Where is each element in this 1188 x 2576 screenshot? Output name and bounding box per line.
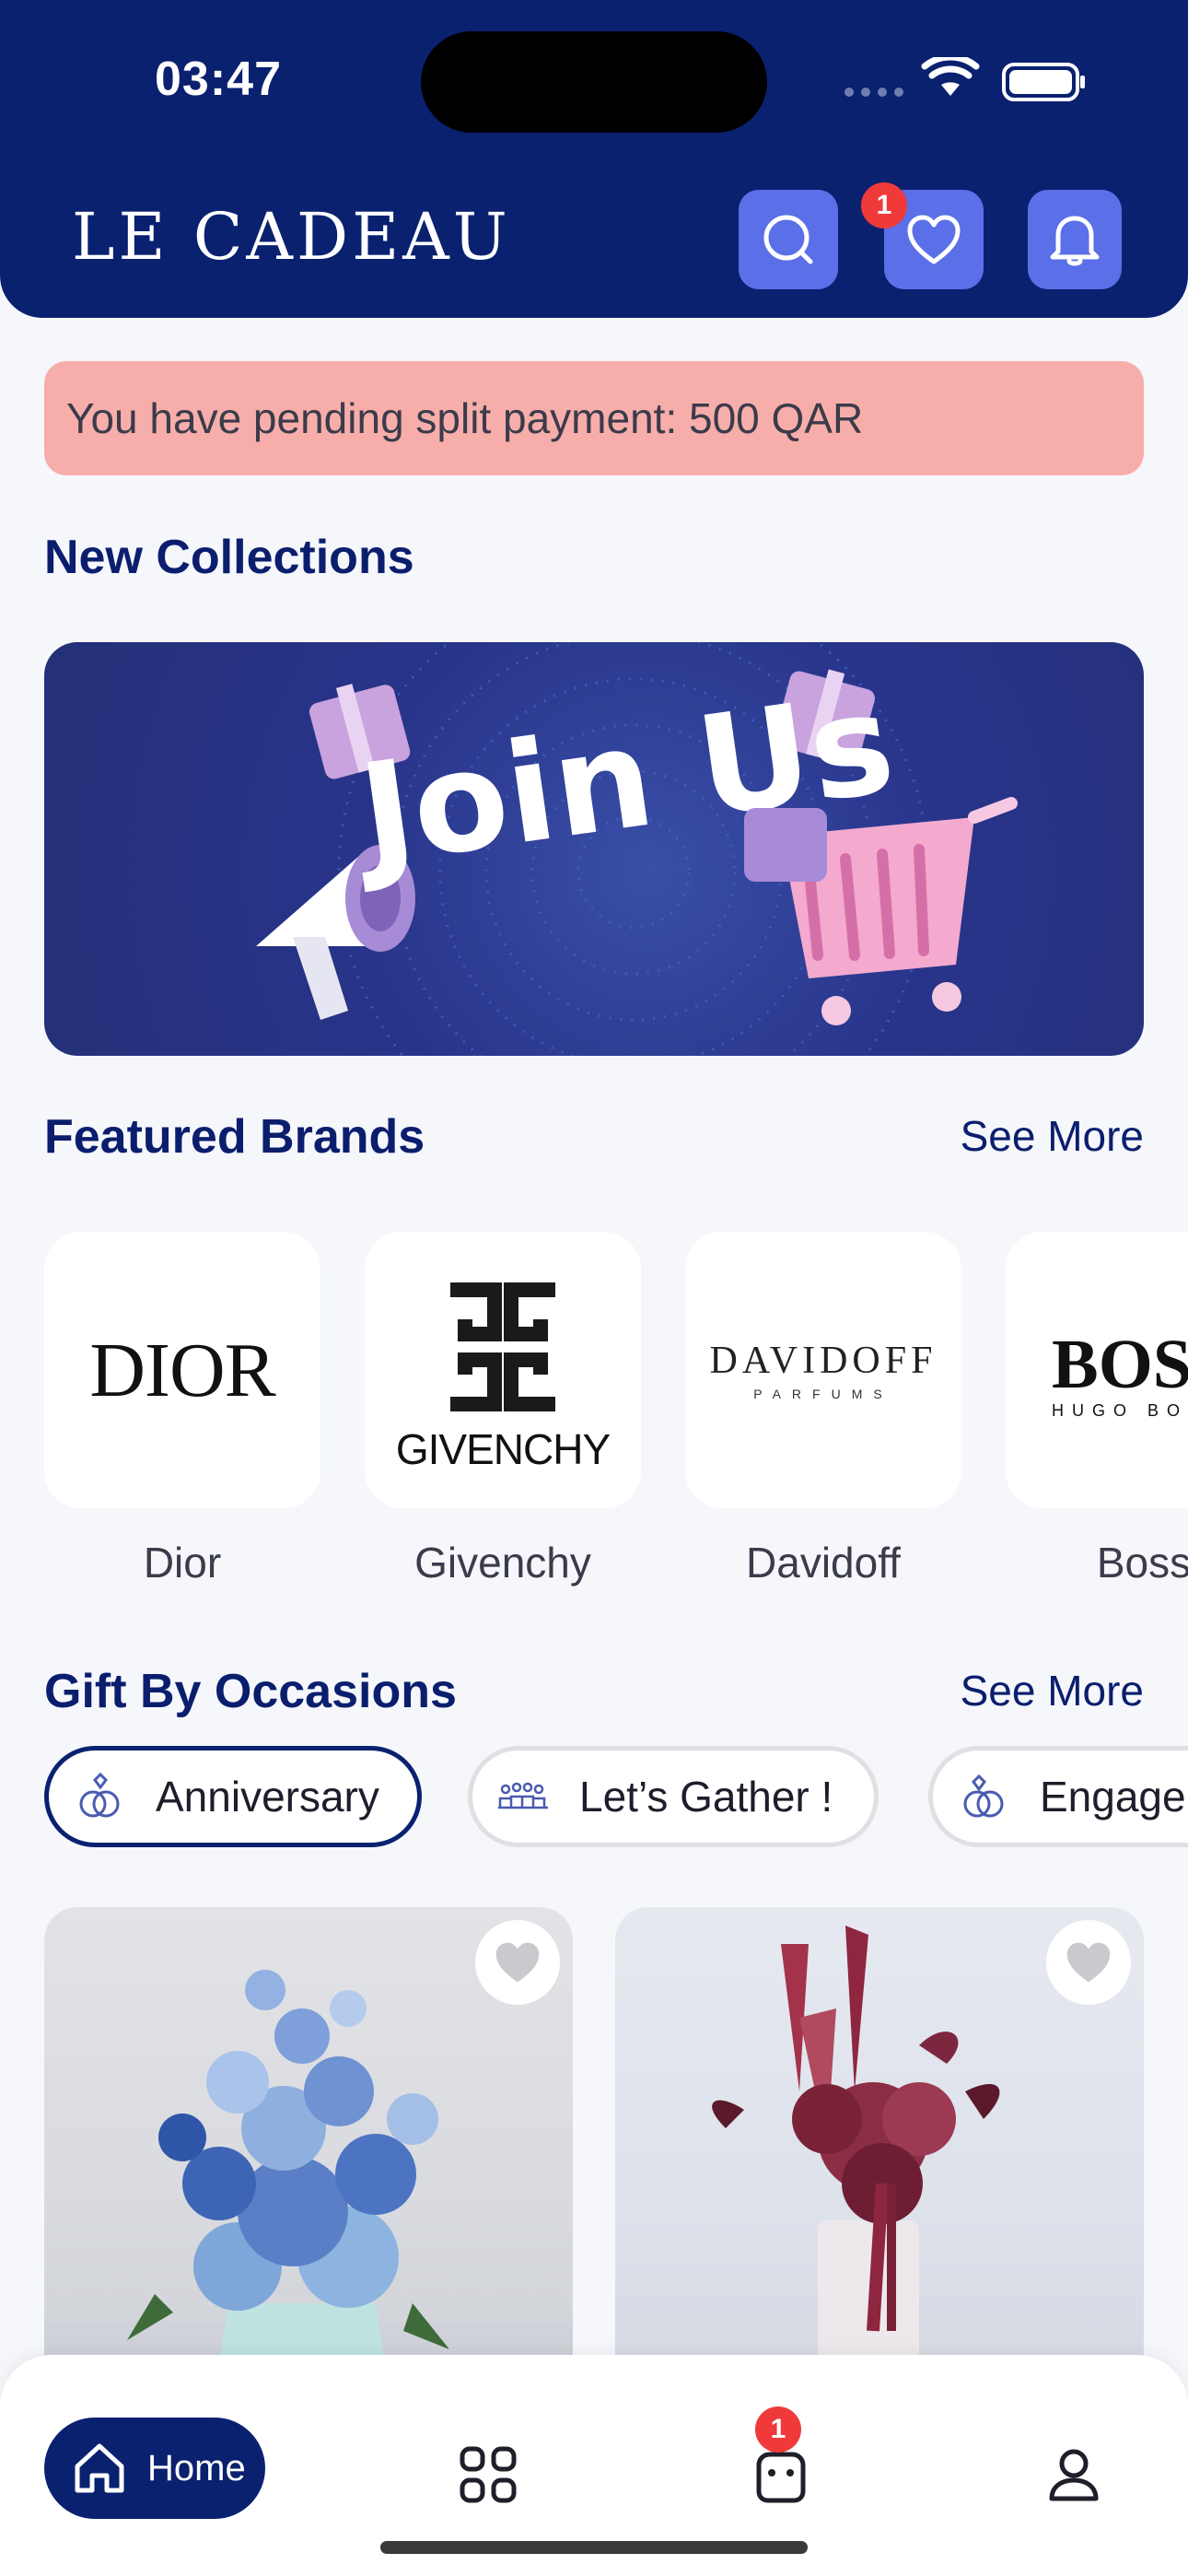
bell-icon: [1050, 216, 1100, 266]
search-button[interactable]: [739, 190, 838, 289]
shopping-cart-icon: [744, 797, 1018, 1025]
signal-wifi-battery-icon: [844, 53, 1085, 101]
people-gathering-icon: [498, 1782, 548, 1809]
brand-logo: LE CADEAU: [72, 199, 511, 275]
davidoff-logo-sub: PARFUMS: [753, 1387, 893, 1401]
rings-icon: [79, 1772, 120, 1818]
featured-brands-list: DIOR Dior GIVENCHY Givenchy DAVIDOFF PAR…: [44, 1232, 1188, 1600]
shopping-bag-icon: [756, 2452, 806, 2503]
givenchy-logo: GIVENCHY: [395, 1425, 611, 1473]
status-time: 03:47: [155, 53, 282, 106]
chip-lets-gather-label: Let’s Gather !: [579, 1773, 833, 1821]
home-indicator: [380, 2541, 808, 2554]
brand-name-givenchy: Givenchy: [414, 1539, 591, 1587]
davidoff-logo: DAVIDOFF: [709, 1340, 938, 1382]
heart-icon: [1066, 1942, 1111, 1983]
boss-logo: BOSS: [1052, 1326, 1188, 1403]
heart-icon: [907, 215, 961, 264]
profile-icon: [1049, 2449, 1099, 2501]
featured-brands-see-more[interactable]: See More: [961, 1111, 1144, 1161]
occasion-chips: Anniversary Let’s Gather ! Engagement: [44, 1746, 1188, 1853]
brand-card-dior[interactable]: DIOR: [44, 1232, 320, 1508]
pending-payment-text: You have pending split payment: 500 QAR: [66, 394, 864, 442]
featured-brands-title: Featured Brands: [44, 1110, 425, 1164]
heart-icon: [495, 1942, 540, 1983]
home-icon: [75, 2443, 124, 2493]
tab-home[interactable]: Home: [44, 2418, 265, 2519]
dior-logo: DIOR: [89, 1327, 275, 1413]
brand-card-davidoff[interactable]: DAVIDOFF PARFUMS: [685, 1232, 961, 1508]
brand-name-boss: Boss: [1096, 1539, 1188, 1587]
join-us-promo-banner[interactable]: Join Us: [44, 642, 1144, 1056]
brand-name-davidoff: Davidoff: [746, 1539, 901, 1587]
chip-engagement[interactable]: Engagement: [928, 1746, 1188, 1847]
product-card[interactable]: [615, 1907, 1144, 2423]
boss-logo-sub: HUGO BOSS: [1052, 1401, 1188, 1420]
wishlist-badge: 1: [861, 182, 907, 228]
givenchy-monogram-icon: [450, 1282, 555, 1411]
notifications-button[interactable]: [1028, 190, 1122, 289]
favorite-button[interactable]: [475, 1920, 560, 2005]
search-icon: [763, 215, 813, 264]
chip-anniversary-label: Anniversary: [156, 1773, 379, 1821]
status-icons: [840, 53, 1089, 103]
pending-payment-banner[interactable]: You have pending split payment: 500 QAR: [44, 361, 1144, 475]
tab-categories[interactable]: [451, 2438, 525, 2512]
cart-badge: 1: [755, 2406, 801, 2453]
engagement-rings-icon: [963, 1774, 1004, 1818]
brand-card-givenchy[interactable]: GIVENCHY: [365, 1232, 641, 1508]
brand-card-boss[interactable]: BOSS HUGO BOSS: [1006, 1232, 1188, 1508]
join-us-illustration: Join Us: [256, 642, 1018, 1056]
grid-icon: [460, 2446, 517, 2503]
gift-by-occasions-title: Gift By Occasions: [44, 1665, 457, 1718]
brand-name-dior: Dior: [143, 1539, 222, 1587]
tab-home-label: Home: [147, 2447, 246, 2488]
chip-anniversary[interactable]: Anniversary: [44, 1746, 422, 1847]
product-card[interactable]: [44, 1907, 573, 2423]
app-header: 03:47 LE CADEAU 1: [0, 0, 1188, 318]
chip-engagement-label: Engagement: [1040, 1773, 1188, 1821]
dynamic-island: [421, 31, 767, 133]
new-collections-title: New Collections: [44, 531, 414, 584]
gift-by-occasions-see-more[interactable]: See More: [961, 1666, 1144, 1715]
chip-lets-gather[interactable]: Let’s Gather !: [468, 1746, 879, 1847]
favorite-button[interactable]: [1046, 1920, 1131, 2005]
tab-profile[interactable]: [1037, 2438, 1111, 2512]
